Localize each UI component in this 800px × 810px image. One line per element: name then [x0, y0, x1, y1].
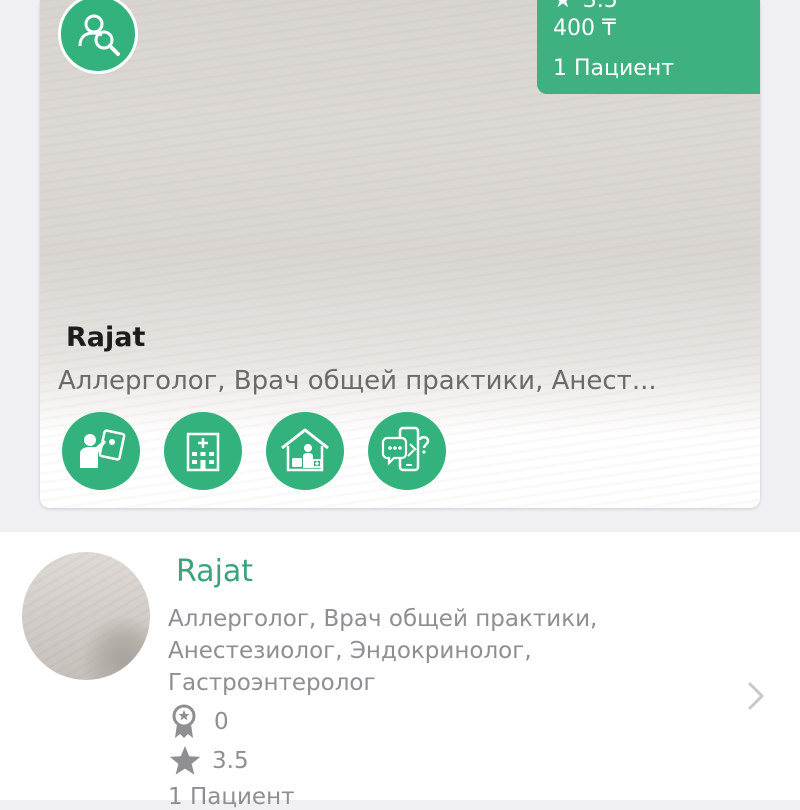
list-doctor-name[interactable]: Rajat	[176, 554, 253, 589]
rating-value: 3.5	[212, 748, 249, 774]
card-price: 400 ₸	[553, 16, 616, 41]
doctor-avatar[interactable]	[22, 552, 150, 680]
doctor-consultation-icon[interactable]	[62, 412, 140, 490]
list-rating: 3.5	[168, 744, 249, 778]
card-patient-count: 1 Пациент	[553, 56, 675, 81]
card-doctor-name: Rajat	[66, 322, 146, 353]
list-specialty-line: Гастроэнтеролог	[168, 670, 376, 696]
list-patient-count: 1 Пациент	[168, 784, 295, 810]
price-stats-box: ★ 3.5 400 ₸ 1 Пациент	[537, 0, 760, 94]
doctor-list-item[interactable]: Rajat Аллерголог, Врач общей практики, А…	[0, 532, 800, 810]
star-icon: ★	[553, 0, 573, 13]
online-chat-icon[interactable]	[368, 412, 446, 490]
patient-count-value: 1 Пациент	[168, 784, 295, 810]
hospital-building-icon[interactable]	[164, 412, 242, 490]
award-ribbon-icon	[172, 704, 196, 738]
list-specialty-line: Анестезиолог, Эндокринолог,	[168, 638, 532, 664]
card-rating-value: 3.5	[582, 0, 618, 13]
list-awards: 0	[168, 704, 229, 740]
doctor-search-icon[interactable]	[58, 0, 138, 74]
list-specialty-line: Аллерголог, Врач общей практики,	[168, 606, 598, 632]
star-icon	[169, 746, 201, 775]
home-visit-icon[interactable]	[266, 412, 344, 490]
card-doctor-specialties: Аллерголог, Врач общей практики, Анест..…	[58, 366, 657, 396]
awards-count: 0	[214, 709, 229, 735]
featured-doctor-card[interactable]: ★ 3.5 400 ₸ 1 Пациент Rajat Аллерголог, …	[40, 0, 760, 508]
card-rating: ★ 3.5	[553, 0, 618, 13]
chevron-right-icon[interactable]	[746, 680, 766, 712]
